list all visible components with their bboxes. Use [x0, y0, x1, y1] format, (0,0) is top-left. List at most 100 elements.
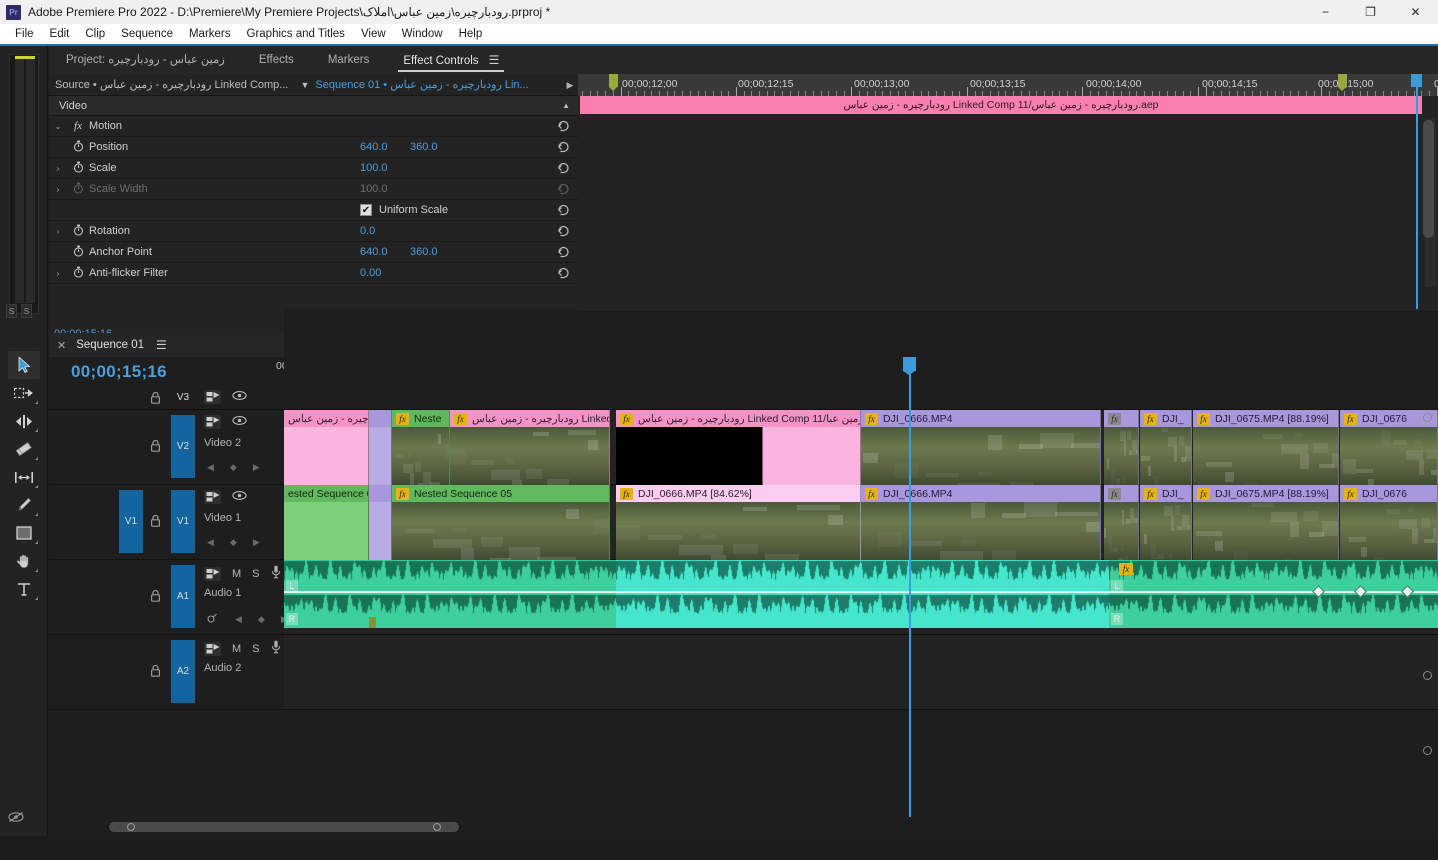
menu-item-file[interactable]: File [7, 24, 42, 44]
clip-name-bar[interactable]: fx DJI_0675.MP4 [88.19%] [1193, 410, 1338, 427]
clip-name-bar[interactable]: fx رودبارچیره - زمین عباس Linked Comp 11/… [616, 410, 860, 427]
timeline-clip[interactable]: fx رودبارچیره - زمین عباس Linked C [450, 410, 610, 485]
track-lock-icon[interactable] [150, 589, 161, 605]
scrollbar-left-handle[interactable] [127, 823, 135, 831]
reset-parameter-icon[interactable] [557, 224, 570, 240]
twirl-closed-icon[interactable]: › [49, 185, 67, 194]
timeline-vscroll-top-handle[interactable] [1423, 413, 1432, 422]
effect-controls-ruler[interactable]: 00;00;12;00 00;00;12;15 00;00;13;00 00;00;1… [578, 74, 1438, 96]
reset-parameter-icon[interactable] [557, 245, 570, 261]
menu-item-window[interactable]: Window [394, 24, 451, 44]
timeline-clip[interactable]: fx DJI_0666.MP4 [84.62%] [616, 485, 861, 560]
track-target-icon[interactable] [204, 415, 221, 429]
effect-row-scale[interactable]: › Scale 100.0 [49, 158, 578, 179]
clip-fx-badge-icon[interactable]: fx [865, 487, 878, 500]
clip-fx-badge-icon[interactable]: fx [454, 412, 467, 425]
rectangle-tool[interactable] [8, 519, 40, 547]
voice-record-icon[interactable] [271, 640, 281, 657]
track-header-v2[interactable]: V2 Video 2 ◀ ◆ ▶ [49, 410, 284, 485]
menu-item-edit[interactable]: Edit [42, 24, 78, 44]
clip-name-bar[interactable]: رودبارچیره - زمین عباس.aep [284, 410, 368, 427]
clip-name-bar[interactable]: ested Sequence 04 [284, 485, 368, 502]
audio-volume-rubberband[interactable] [616, 591, 1109, 593]
source-patch-v1[interactable]: V1 [119, 490, 143, 553]
timeline-clip[interactable]: fx رودبارچیره - زمین عباس Linked Comp 11/… [616, 410, 861, 485]
track-header-a2[interactable]: A2 M S Audio 2 [49, 635, 284, 710]
panel-tab-markers[interactable]: Markers [311, 47, 387, 74]
twirl-closed-icon[interactable]: › [49, 227, 67, 236]
add-keyframe-icon[interactable]: ◆ [230, 537, 237, 548]
next-keyframe-icon[interactable]: ▶ [253, 537, 260, 548]
timeline-clip[interactable]: fx [1104, 485, 1139, 560]
video-section-header[interactable]: Video ▲ [49, 96, 578, 116]
pen-tool[interactable] [8, 491, 40, 519]
mute-button[interactable]: M [232, 568, 241, 580]
razor-tool[interactable] [8, 435, 40, 463]
effect-controls-clip-bar-graphic[interactable]: رودبارچیره - زمین عباس Linked Comp 11/رو… [580, 96, 1422, 114]
ripple-edit-tool[interactable] [8, 407, 40, 435]
clip-name-bar[interactable]: fx DJI_0676 [1340, 485, 1437, 502]
effect-value-x[interactable]: 640.0 [360, 141, 388, 153]
track-badge-a1[interactable]: A1 [171, 565, 195, 628]
timeline-vscroll-bottom-handle[interactable] [1423, 746, 1432, 755]
reset-parameter-icon[interactable] [557, 119, 570, 135]
selection-tool[interactable] [8, 351, 40, 379]
stopwatch-icon[interactable] [67, 245, 89, 260]
source-clip-label[interactable]: Source • رودبارچیره - زمین عباس Linked C… [49, 78, 294, 91]
timeline-clip[interactable]: fx DJI_0675.MP4 [88.19%] [1193, 410, 1339, 485]
effect-value-x[interactable]: 100.0 [360, 183, 388, 195]
clip-fx-badge-icon[interactable]: fx [1108, 412, 1121, 425]
track-header-v1[interactable]: V1 V1 Video 1 ◀ ◆ ▶ [49, 485, 284, 560]
clip-name-bar[interactable]: fx Neste [392, 410, 449, 427]
effect-row-anti-flicker-filter[interactable]: › Anti-flicker Filter 0.00 [49, 263, 578, 284]
clip-name-bar[interactable]: fx DJI_0666.MP4 [861, 485, 1100, 502]
audio-meter[interactable] [9, 54, 39, 314]
track-badge-a2[interactable]: A2 [171, 640, 195, 703]
menu-item-graphics-and-titles[interactable]: Graphics and Titles [239, 24, 353, 44]
timeline-panel-menu-icon[interactable]: ☰ [156, 338, 167, 352]
twirl-closed-icon[interactable]: › [49, 269, 67, 278]
solo-button-right[interactable]: S [21, 304, 32, 318]
hamburger-menu-icon[interactable]: ☰ [489, 53, 500, 67]
audio-volume-rubberband[interactable] [284, 591, 616, 593]
track-lane-a2[interactable] [284, 635, 1438, 710]
track-lane-v3[interactable] [284, 310, 1438, 410]
effect-controls-playhead[interactable] [1416, 74, 1418, 309]
mute-button[interactable]: M [232, 643, 241, 655]
clip-fx-badge-icon[interactable]: fx [865, 412, 878, 425]
clip-fx-badge-icon[interactable]: fx [620, 412, 633, 425]
eye-icon[interactable] [232, 390, 247, 404]
timeline-clip[interactable]: fx DJI_ [1140, 485, 1192, 560]
slip-tool[interactable] [8, 463, 40, 491]
eye-icon[interactable] [232, 415, 247, 429]
clip-marker-icon[interactable] [369, 617, 376, 628]
clip-name-bar[interactable]: fx [1104, 410, 1138, 427]
timeline-horizontal-scrollbar[interactable] [109, 822, 459, 832]
next-keyframe-icon[interactable]: ▶ [253, 462, 260, 473]
clip-fx-badge-icon[interactable]: fx [1344, 487, 1357, 500]
panel-tab-effect-controls[interactable]: Effect Controls ☰ [386, 47, 516, 74]
track-badge-v2[interactable]: V2 [171, 415, 195, 478]
stopwatch-icon[interactable] [67, 266, 89, 281]
timeline-clip[interactable] [369, 485, 392, 560]
clip-fx-badge-icon[interactable]: fx [396, 412, 409, 425]
stopwatch-icon[interactable] [67, 140, 89, 155]
stopwatch-icon[interactable] [67, 182, 89, 197]
effect-row-rotation[interactable]: › Rotation 0.0 [49, 221, 578, 242]
close-button[interactable]: ✕ [1393, 0, 1438, 24]
timeline-clip[interactable]: fx Nested Sequence 05 [392, 485, 610, 560]
clip-fx-badge-icon[interactable]: fx [1119, 563, 1133, 575]
track-target-icon[interactable] [204, 566, 221, 581]
timeline-vscroll-mid-handle[interactable] [1423, 671, 1432, 680]
add-keyframe-icon[interactable]: ◆ [230, 462, 237, 473]
audio-volume-rubberband[interactable] [1109, 591, 1438, 593]
track-select-forward-tool[interactable] [8, 379, 40, 407]
stopwatch-icon[interactable] [67, 224, 89, 239]
timeline-clip[interactable] [369, 410, 392, 485]
effect-row-scale-width[interactable]: › Scale Width 100.0 [49, 179, 578, 200]
stopwatch-icon[interactable] [67, 161, 89, 176]
prev-keyframe-icon[interactable]: ◀ [235, 614, 242, 625]
effect-value-y[interactable]: 360.0 [410, 246, 438, 258]
clip-name-bar[interactable] [369, 485, 391, 502]
clip-name-bar[interactable]: fx DJI_ [1140, 410, 1191, 427]
